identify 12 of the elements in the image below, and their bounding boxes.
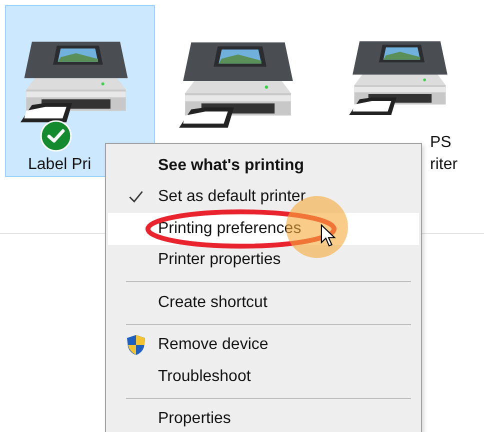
menu-item[interactable]: Troubleshoot <box>108 361 419 392</box>
menu-item[interactable]: Properties <box>108 404 419 432</box>
shield-icon <box>126 334 146 356</box>
printer-name: riter <box>430 155 458 175</box>
printer-name: Label Pri <box>28 155 92 175</box>
menu-item[interactable]: Printer properties <box>108 244 419 276</box>
menu-item[interactable]: Set as default printer <box>108 182 419 213</box>
menu-item[interactable]: Remove device <box>108 330 419 361</box>
menu-item[interactable]: Create shortcut <box>108 287 419 318</box>
selected-printer-tile[interactable]: Label Pri <box>5 5 155 177</box>
mouse-pointer-icon <box>320 224 336 248</box>
printer-name: PS <box>430 133 452 153</box>
